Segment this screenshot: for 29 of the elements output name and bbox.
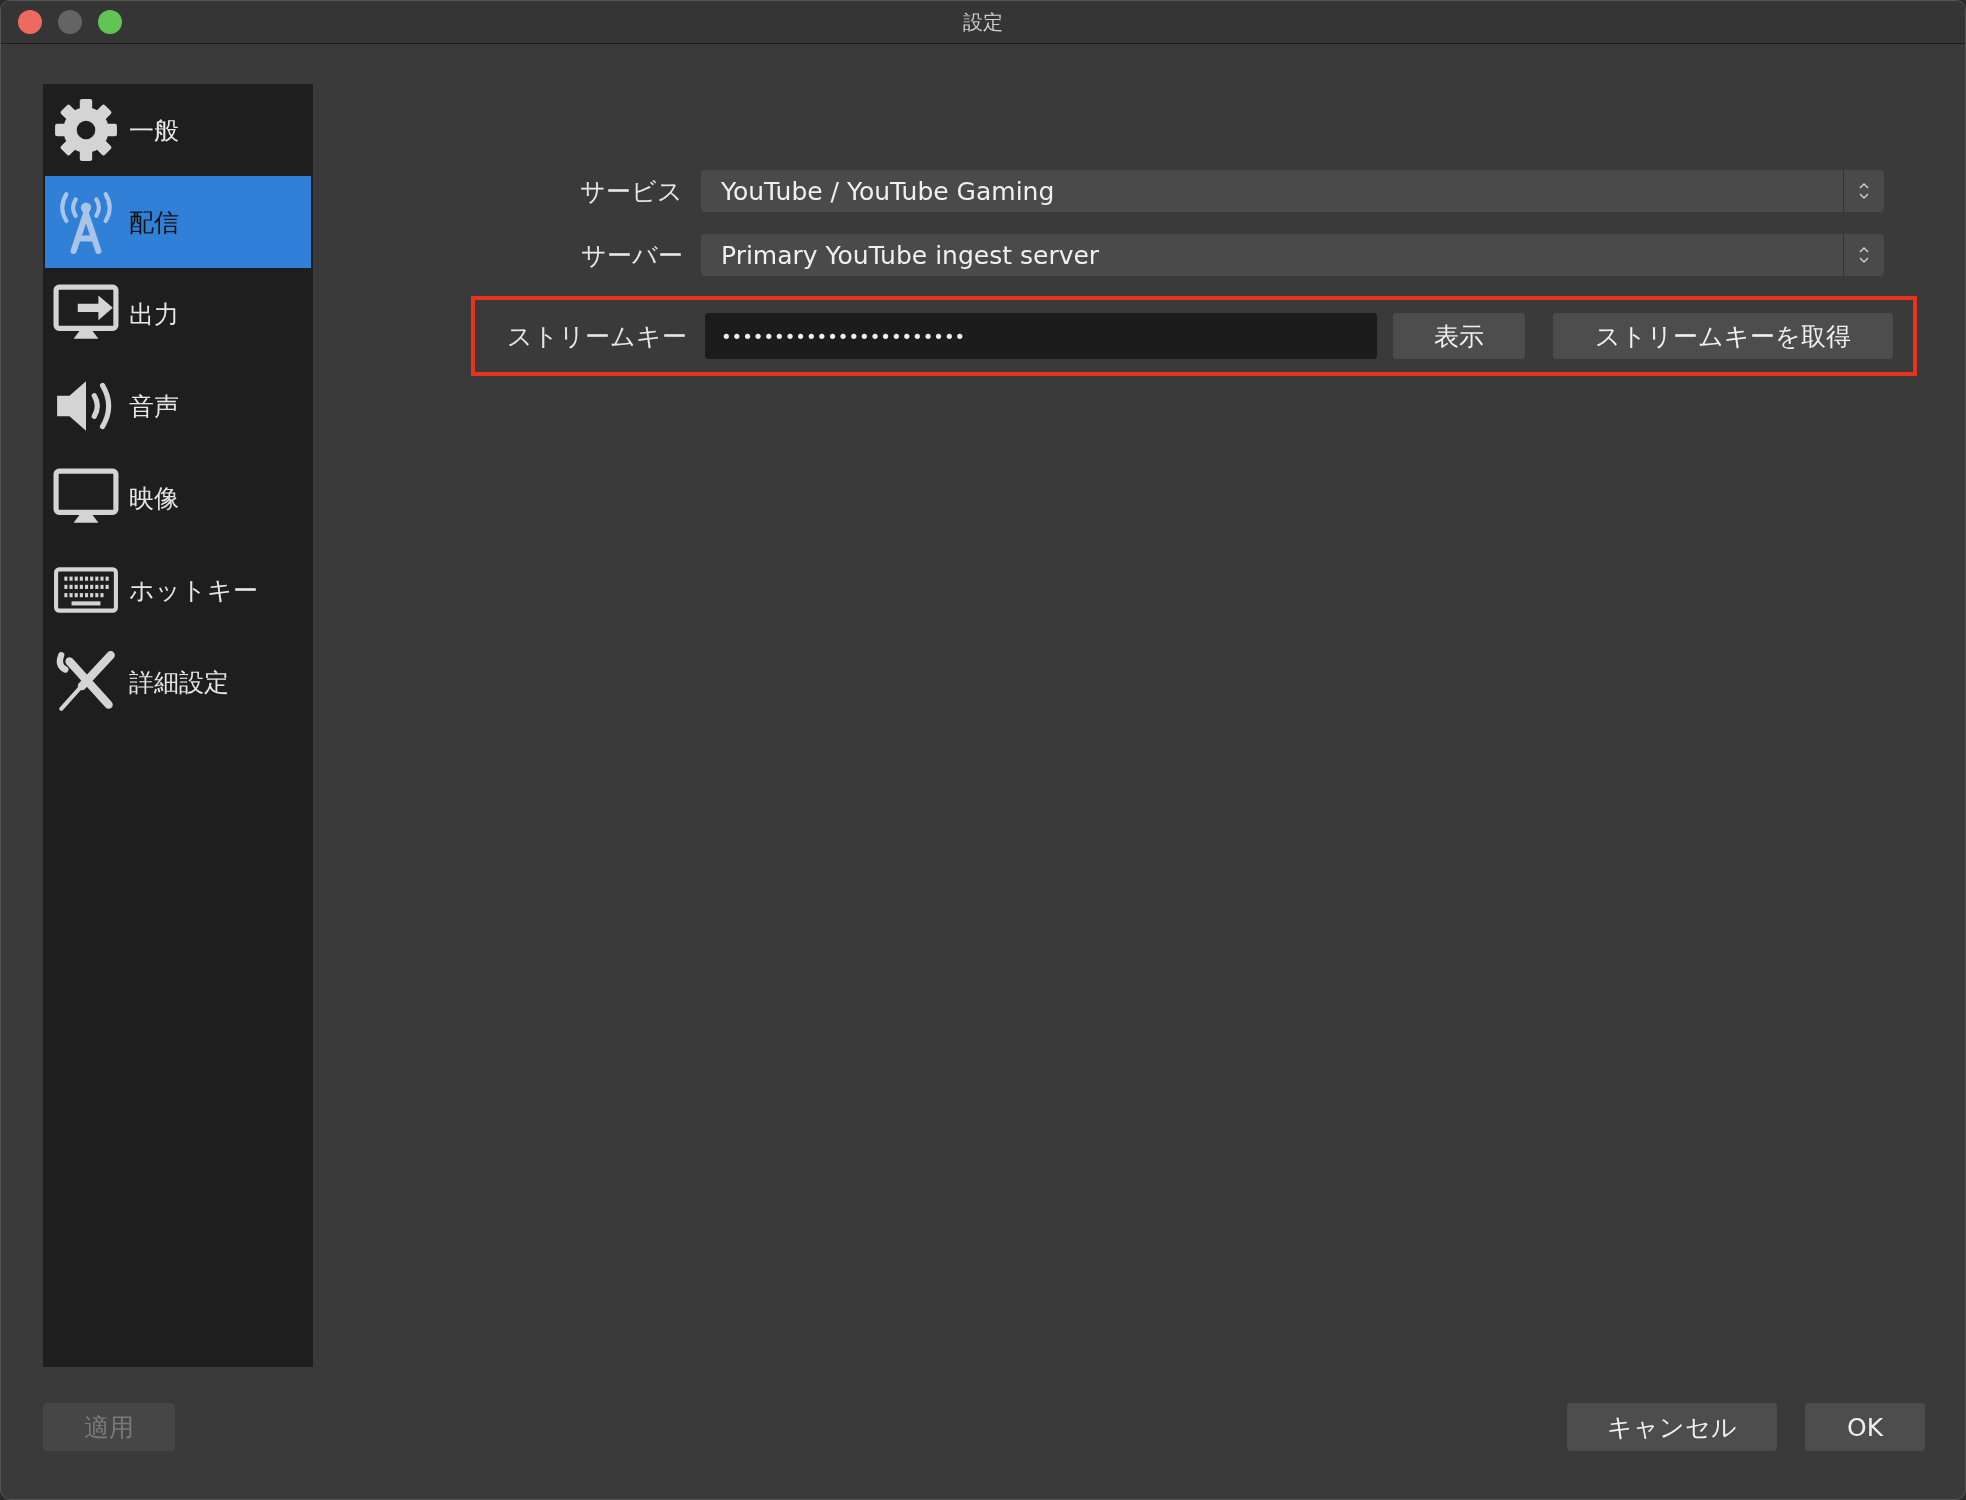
sidebar-item[interactable]: 一般 (43, 84, 313, 176)
dropdown[interactable]: YouTube / YouTube Gaming (701, 170, 1884, 212)
sidebar-item-label: 出力 (129, 298, 179, 331)
sidebar-item[interactable]: 詳細設定 (43, 636, 313, 728)
sidebar-item[interactable]: 配信 (45, 176, 311, 268)
dialog-button[interactable]: キャンセル (1567, 1403, 1777, 1451)
sidebar-item[interactable]: 出力 (43, 268, 313, 360)
window-title: 設定 (963, 8, 1003, 36)
sidebar-item-label: 映像 (129, 482, 179, 515)
action-button[interactable]: 表示 (1393, 313, 1525, 359)
password-field[interactable]: ••••••••••••••••••••••• (705, 313, 1377, 359)
action-button[interactable]: ストリームキーを取得 (1553, 313, 1893, 359)
field-label: サーバー (580, 239, 683, 272)
sidebar-item-label: ホットキー (129, 574, 258, 607)
zoom-button[interactable] (98, 10, 122, 34)
sidebar-item-label: 詳細設定 (129, 666, 229, 699)
minimize-button[interactable] (58, 10, 82, 34)
close-button[interactable] (18, 10, 42, 34)
sidebar-item-label: 一般 (129, 114, 179, 147)
sidebar-item-label: 音声 (129, 390, 179, 423)
sidebar-item[interactable]: 映像 (43, 452, 313, 544)
field-label: ストリームキー (506, 320, 687, 353)
sidebar-item-label: 配信 (129, 206, 179, 239)
sidebar-item[interactable]: ホットキー (43, 544, 313, 636)
field-label: サービス (579, 175, 683, 208)
dialog-button[interactable]: OK (1805, 1403, 1925, 1451)
sidebar-item[interactable]: 音声 (43, 360, 313, 452)
dropdown[interactable]: Primary YouTube ingest server (701, 234, 1884, 276)
gear-icon (53, 97, 119, 163)
